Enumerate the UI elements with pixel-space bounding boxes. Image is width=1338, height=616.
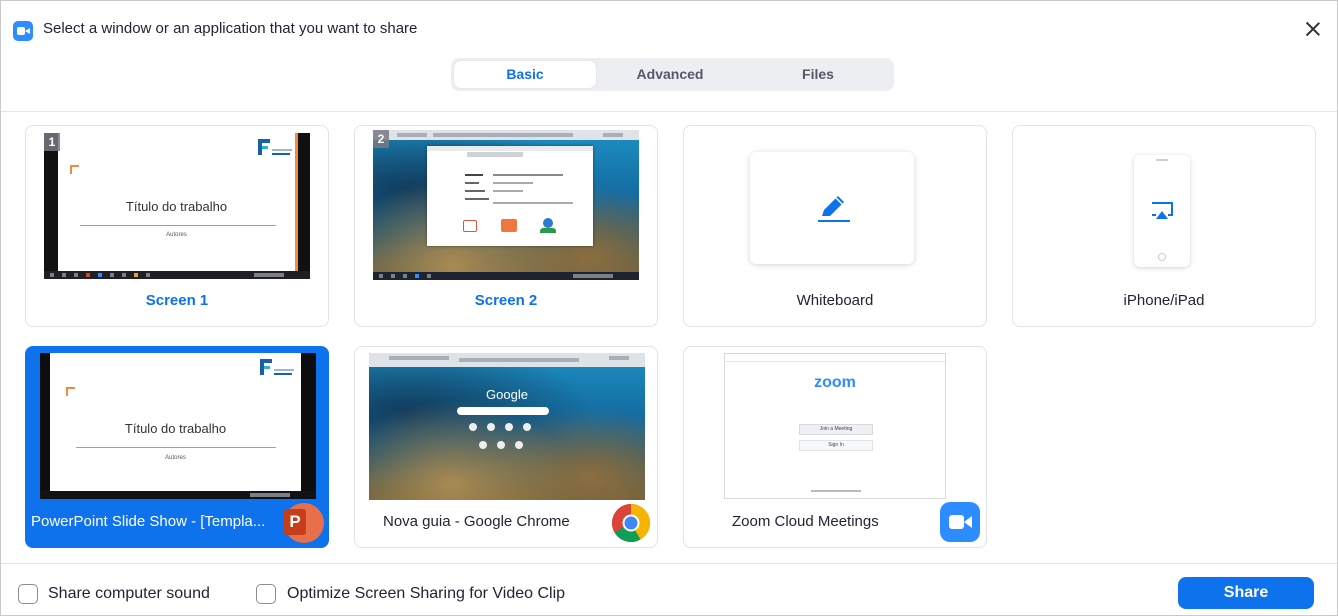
zoom-logo-text: zoom <box>814 374 856 391</box>
dialog-preview <box>427 146 593 246</box>
airplay-icon <box>1152 202 1173 219</box>
screen-number-badge: 2 <box>373 130 389 148</box>
pen-icon <box>818 196 850 222</box>
zoom-icon <box>940 502 980 542</box>
share-sound-checkbox[interactable] <box>18 584 38 604</box>
screen-2-card[interactable]: 2 Screen 2 <box>354 125 658 327</box>
zoom-thumbnail: zoom Join a Meeting Sign In <box>724 353 946 499</box>
tab-advanced[interactable]: Advanced <box>599 61 741 88</box>
whiteboard-card[interactable]: Whiteboard <box>683 125 987 327</box>
chrome-window-card[interactable]: Google Nova guia - Google Chrome <box>354 346 658 548</box>
zoom-app-icon <box>13 21 33 41</box>
screen-1-card[interactable]: Título do trabalho Autores 1 Screen 1 <box>25 125 329 327</box>
chrome-thumbnail: Google <box>369 353 645 500</box>
slide-title: Título do trabalho <box>124 421 227 436</box>
whiteboard-preview <box>750 152 914 264</box>
optimize-video-checkbox[interactable] <box>256 584 276 604</box>
google-logo-text: Google <box>486 387 528 402</box>
join-meeting-preview: Join a Meeting <box>799 424 873 435</box>
tab-files[interactable]: Files <box>747 61 889 88</box>
dialog-title: Select a window or an application that y… <box>43 20 418 37</box>
screen-1-label: Screen 1 <box>145 292 209 309</box>
powerpoint-icon: P <box>284 503 324 543</box>
share-button[interactable]: Share <box>1178 577 1314 609</box>
optimize-video-label: Optimize Screen Sharing for Video Clip <box>287 585 566 602</box>
share-screen-dialog: Select a window or an application that y… <box>0 0 1338 616</box>
share-sound-label: Share computer sound <box>48 585 210 602</box>
screen-2-thumbnail: 2 <box>373 130 639 280</box>
sign-in-preview: Sign In <box>799 440 873 451</box>
slide-title: Título do trabalho <box>125 199 228 214</box>
header-divider <box>1 111 1337 112</box>
tab-basic[interactable]: Basic <box>454 61 596 88</box>
slide-subtitle: Autores <box>165 455 186 461</box>
whiteboard-label: Whiteboard <box>796 292 874 309</box>
powerpoint-window-card[interactable]: Título do trabalho Autores PowerPoint Sl… <box>25 346 329 548</box>
iphone-ipad-card[interactable]: iPhone/iPad <box>1012 125 1316 327</box>
screen-1-thumbnail: Título do trabalho Autores 1 <box>44 133 310 279</box>
tab-bar: Basic Advanced Files <box>451 58 894 91</box>
close-button[interactable] <box>1301 17 1325 41</box>
powerpoint-thumbnail: Título do trabalho Autores <box>40 353 316 499</box>
iphone-ipad-label: iPhone/iPad <box>1123 292 1205 309</box>
zoom-label: Zoom Cloud Meetings <box>732 513 879 530</box>
title-bar: Select a window or an application that y… <box>1 1 1337 57</box>
screen-2-label: Screen 2 <box>474 292 538 309</box>
screen-number-badge: 1 <box>44 133 60 151</box>
zoom-window-card[interactable]: zoom Join a Meeting Sign In Zoom Cloud M… <box>683 346 987 548</box>
slide-subtitle: Autores <box>166 232 187 238</box>
chrome-icon <box>611 503 651 543</box>
footer-divider <box>1 563 1337 564</box>
chrome-label: Nova guia - Google Chrome <box>383 513 570 530</box>
phone-preview <box>1134 155 1190 267</box>
powerpoint-label: PowerPoint Slide Show - [Templa... <box>31 513 266 530</box>
